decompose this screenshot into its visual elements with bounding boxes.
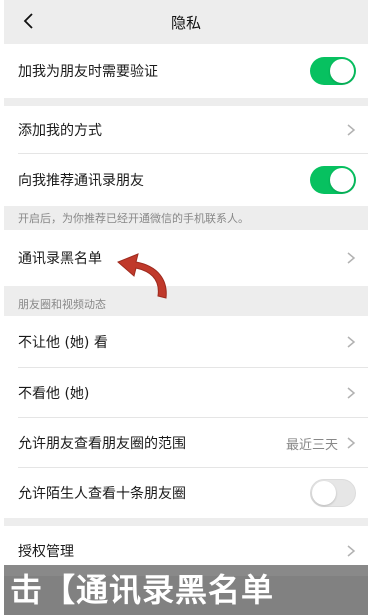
dont-let-see-label: 不让他 (她) 看: [18, 335, 108, 351]
recommend-note: 开启后，为你推荐已经开通微信的手机联系人。: [4, 206, 368, 230]
chevron-right-icon: [347, 545, 356, 557]
section-gap: [4, 98, 368, 106]
verify-toggle[interactable]: [310, 57, 356, 85]
recommend-contacts-row[interactable]: 向我推荐通讯录朋友: [4, 154, 368, 206]
section-gap: [4, 518, 368, 526]
moments-range-value: 最近三天: [285, 437, 338, 453]
blacklist-row[interactable]: 通讯录黑名单: [4, 230, 368, 286]
caption-overlay: 击【通讯录黑名单: [4, 565, 368, 615]
section-moments-header: 朋友圈和视频动态: [4, 286, 368, 316]
chevron-right-icon: [347, 387, 356, 399]
stranger-ten-toggle[interactable]: [310, 479, 356, 507]
auth-manage-label: 授权管理: [18, 544, 74, 560]
recommend-contacts-toggle[interactable]: [310, 166, 356, 194]
dont-see-row[interactable]: 不看他 (她): [4, 368, 368, 418]
back-icon[interactable]: [18, 10, 40, 32]
moments-range-label: 允许朋友查看朋友圈的范围: [18, 436, 186, 452]
dont-see-label: 不看他 (她): [18, 386, 90, 402]
chevron-right-icon: [347, 124, 356, 136]
dont-let-see-row[interactable]: 不让他 (她) 看: [4, 316, 368, 368]
navigation-bar: 隐私: [4, 0, 368, 44]
verify-label: 加我为朋友时需要验证: [18, 64, 158, 80]
chevron-right-icon: [347, 336, 356, 348]
add-methods-row[interactable]: 添加我的方式: [4, 106, 368, 154]
stranger-ten-label: 允许陌生人查看十条朋友圈: [18, 486, 186, 502]
add-methods-label: 添加我的方式: [18, 123, 102, 139]
moments-range-row[interactable]: 允许朋友查看朋友圈的范围 最近三天: [4, 418, 368, 468]
toggle-knob: [312, 481, 336, 505]
chevron-right-icon: [347, 252, 356, 264]
chevron-right-icon: [347, 437, 356, 449]
page-title: 隐私: [170, 13, 201, 32]
stranger-ten-row[interactable]: 允许陌生人查看十条朋友圈: [4, 468, 368, 518]
recommend-contacts-label: 向我推荐通讯录朋友: [18, 173, 144, 189]
screen: 隐私 加我为朋友时需要验证 添加我的方式 向我推荐通讯录朋友 开启后，为你推荐已…: [0, 0, 372, 615]
toggle-knob: [330, 168, 354, 192]
toggle-knob: [330, 59, 354, 83]
verify-toggle-row[interactable]: 加我为朋友时需要验证: [4, 44, 368, 98]
red-arrow-icon: [117, 253, 167, 299]
